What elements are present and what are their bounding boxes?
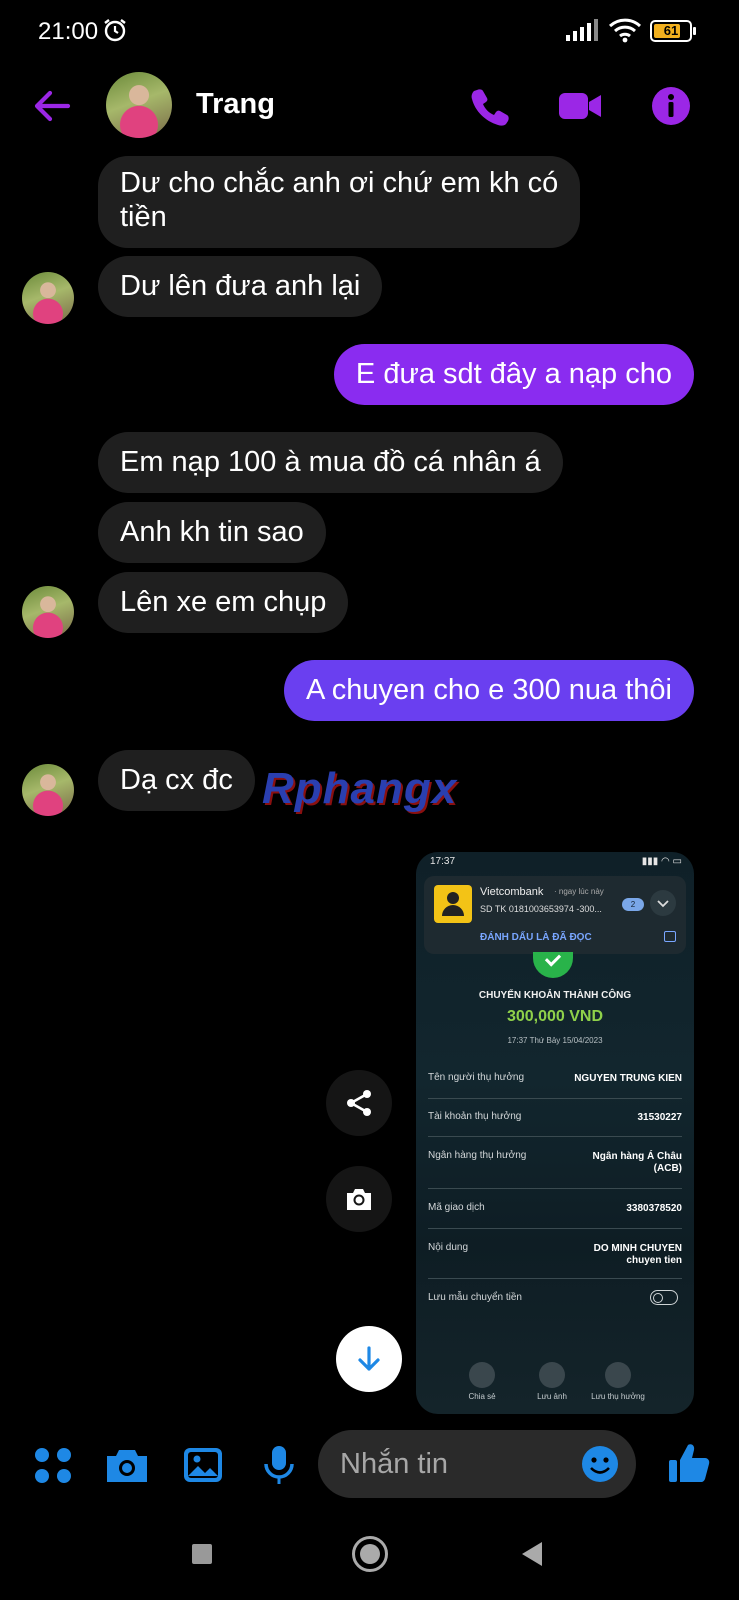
receipt-action-label: Lưu thụ hưởng: [591, 1392, 645, 1401]
wifi-icon: [608, 18, 642, 43]
detail-label: Tài khoản thụ hưởng: [428, 1111, 522, 1122]
toggle-icon: [650, 1290, 678, 1305]
notification-time: · ngay lúc này: [554, 887, 604, 896]
notification-bank: Vietcombank: [480, 886, 544, 898]
message-bubble-sent[interactable]: E đưa sdt đây a nạp cho: [333, 344, 694, 405]
image-message-transfer-receipt[interactable]: 17:37 ▮▮▮ ◠ ▭ Vietcombank · ngay lúc này…: [416, 852, 694, 1414]
transfer-title: CHUYỂN KHOẢN THÀNH CÔNG: [478, 990, 632, 1001]
battery-level: 61: [663, 23, 679, 38]
conversation-header: Trang: [0, 64, 739, 148]
mark-read-label: ĐÁNH DẤU LÀ ĐÃ ĐỌC: [480, 932, 592, 943]
home-button[interactable]: [352, 1536, 388, 1572]
notification-account: SD TK 0181003653974 -300...: [480, 904, 602, 914]
mark-read-icon: [664, 931, 676, 942]
sender-avatar[interactable]: [22, 272, 74, 324]
share-button[interactable]: [326, 1070, 392, 1136]
detail-label: Tên người thụ hưởng: [428, 1072, 525, 1083]
status-bar: 21:00 61: [0, 0, 739, 64]
video-call-icon[interactable]: [558, 84, 602, 128]
system-nav-bar: [0, 1514, 739, 1600]
sender-avatar[interactable]: [22, 586, 74, 638]
back-arrow-icon[interactable]: [30, 84, 74, 128]
share-icon: [347, 1090, 371, 1116]
microphone-icon[interactable]: [256, 1442, 302, 1488]
message-bubble[interactable]: Em nạp 100 à mua đồ cá nhân á: [98, 432, 563, 493]
message-bubble[interactable]: Dư cho chắc anh ơi chứ em kh có tiền: [98, 156, 581, 248]
bank-notification: Vietcombank · ngay lúc này SD TK 0181003…: [424, 876, 686, 954]
scroll-to-bottom-button[interactable]: [336, 1326, 402, 1392]
detail-value: 31530227: [637, 1112, 683, 1123]
divider: [428, 1136, 682, 1137]
camera-icon: [539, 1362, 565, 1388]
transfer-amount: 300,000 VND: [506, 1008, 604, 1025]
receipt-action: Chia sẻ: [452, 1362, 512, 1401]
message-bubble[interactable]: Dư lên đưa anh lại: [98, 256, 383, 317]
battery-icon: 61: [650, 20, 696, 42]
thumbs-up-icon[interactable]: [666, 1440, 712, 1486]
divider: [428, 1228, 682, 1229]
notification-badge: 2: [622, 898, 644, 911]
message-bubble[interactable]: Lên xe em chụp: [98, 572, 349, 633]
receipt-action: Lưu ảnh: [522, 1362, 582, 1401]
message-bubble[interactable]: Dạ cx đc: [98, 750, 255, 811]
receipt-status-icons: ▮▮▮ ◠ ▭: [641, 856, 682, 867]
divider: [428, 1278, 682, 1279]
gallery-icon[interactable]: [180, 1442, 226, 1488]
detail-value: NGUYEN TRUNG KIEN: [574, 1073, 682, 1084]
share-icon: [469, 1362, 495, 1388]
user-icon: [605, 1362, 631, 1388]
detail-label: Ngân hàng thụ hưởng: [428, 1150, 527, 1161]
detail-value-line2: (ACB): [653, 1163, 682, 1174]
signal-icon: [566, 19, 598, 41]
phone-call-icon[interactable]: [468, 84, 512, 128]
message-input-container[interactable]: [318, 1430, 636, 1498]
detail-value-line2: chuyen tien: [626, 1255, 682, 1266]
watermark: Rphangx: [262, 764, 458, 813]
message-list[interactable]: Dư cho chắc anh ơi chứ em kh có tiền Dư …: [0, 148, 739, 1418]
divider: [428, 1188, 682, 1189]
message-input[interactable]: [340, 1444, 560, 1484]
info-icon[interactable]: [649, 84, 693, 128]
detail-value: 3380378520: [626, 1203, 682, 1214]
save-image-button[interactable]: [326, 1166, 392, 1232]
camera-icon[interactable]: [104, 1442, 150, 1488]
message-bubble[interactable]: Anh kh tin sao: [98, 502, 326, 563]
detail-label: Lưu mẫu chuyển tiền: [428, 1292, 522, 1303]
contact-avatar[interactable]: [106, 72, 172, 138]
system-back-button[interactable]: [522, 1542, 542, 1566]
camera-icon: [347, 1189, 371, 1210]
arrow-down-icon: [358, 1346, 380, 1371]
receipt-action-label: Chia sẻ: [468, 1392, 496, 1401]
detail-value: Ngân hàng Á Châu: [592, 1151, 682, 1162]
check-icon: [533, 952, 573, 978]
detail-value: DO MINH CHUYEN: [593, 1243, 682, 1254]
detail-label: Nội dung: [428, 1242, 469, 1253]
detail-label: Mã giao dịch: [428, 1202, 485, 1213]
person-icon: [434, 885, 472, 923]
apps-grid-icon[interactable]: [30, 1442, 76, 1488]
receipt-action: Lưu thụ hưởng: [588, 1362, 648, 1401]
transfer-datetime: 17:37 Thứ Bảy 15/04/2023: [507, 1036, 603, 1045]
chevron-down-icon: [650, 890, 676, 916]
emoji-icon[interactable]: [580, 1444, 620, 1484]
receipt-status-bar: 17:37 ▮▮▮ ◠ ▭: [430, 856, 682, 874]
message-composer: [0, 1418, 739, 1514]
divider: [428, 1098, 682, 1099]
recent-apps-button[interactable]: [192, 1544, 212, 1564]
status-time: 21:00: [38, 18, 99, 45]
alarm-icon: [104, 19, 126, 42]
message-bubble-sent[interactable]: A chuyen cho e 300 nua thôi: [283, 660, 694, 721]
receipt-action-label: Lưu ảnh: [537, 1392, 567, 1401]
receipt-status-time: 17:37: [430, 856, 456, 867]
sender-avatar[interactable]: [22, 764, 74, 816]
contact-name[interactable]: Trang: [196, 88, 275, 121]
